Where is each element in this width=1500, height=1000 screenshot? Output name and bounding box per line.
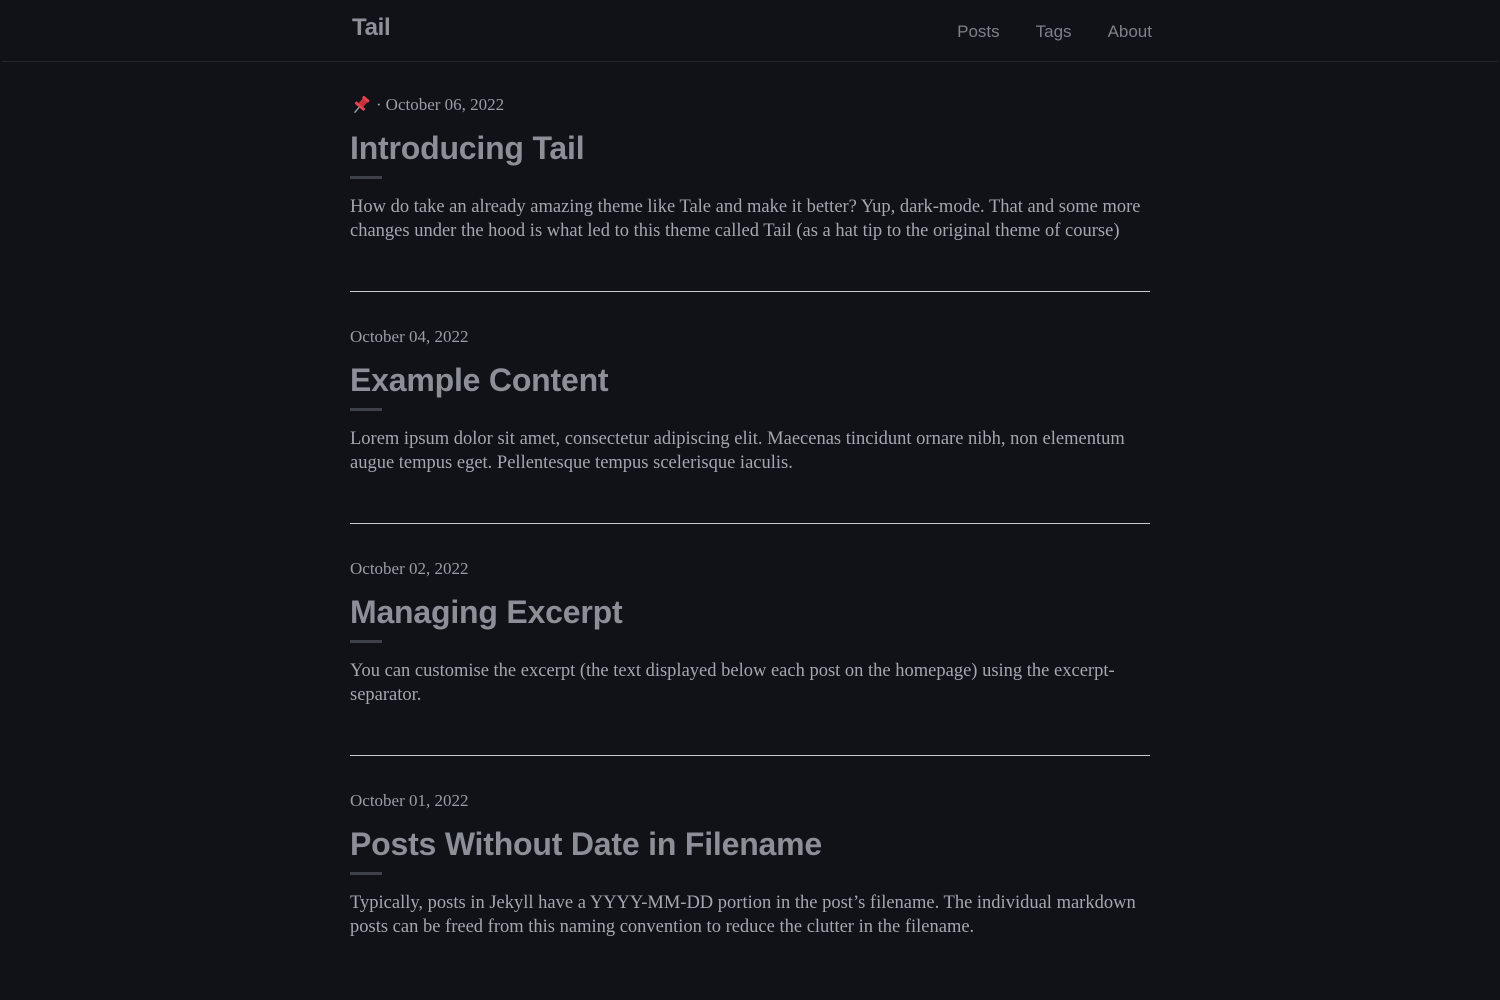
post-date: October 06, 2022 bbox=[385, 95, 505, 114]
post-item: October 04, 2022 Example Content Lorem i… bbox=[350, 292, 1150, 475]
title-underline bbox=[350, 176, 382, 179]
title-underline bbox=[350, 640, 382, 643]
header-inner: Tail Posts Tags About bbox=[350, 0, 1152, 62]
post-item: October 02, 2022 Managing Excerpt You ca… bbox=[350, 524, 1150, 707]
post-excerpt: How do take an already amazing theme lik… bbox=[350, 197, 1141, 241]
post-title-link[interactable]: Managing Excerpt bbox=[350, 594, 1150, 630]
nav-posts-link[interactable]: Posts bbox=[957, 22, 1000, 42]
post-meta: October 02, 2022 bbox=[350, 558, 1150, 580]
pushpin-icon bbox=[350, 95, 372, 115]
post-meta: · October 06, 2022 bbox=[350, 94, 1150, 116]
title-underline bbox=[350, 408, 382, 411]
site-title-link[interactable]: Tail bbox=[352, 14, 391, 42]
post-meta: October 01, 2022 bbox=[350, 790, 1150, 812]
post-title-link[interactable]: Introducing Tail bbox=[350, 130, 1150, 166]
post-excerpt: Lorem ipsum dolor sit amet, consectetur … bbox=[350, 429, 1125, 473]
post-title-link[interactable]: Example Content bbox=[350, 362, 1150, 398]
main-nav: Posts Tags About bbox=[957, 22, 1152, 42]
nav-tags-link[interactable]: Tags bbox=[1036, 22, 1072, 42]
post-date: October 04, 2022 bbox=[350, 327, 469, 346]
post-date: October 02, 2022 bbox=[350, 559, 469, 578]
post-list: · October 06, 2022 Introducing Tail How … bbox=[350, 62, 1150, 939]
post-title-link[interactable]: Posts Without Date in Filename bbox=[350, 826, 1150, 862]
meta-separator: · bbox=[376, 95, 382, 114]
post-excerpt: Typically, posts in Jekyll have a YYYY-M… bbox=[350, 893, 1136, 937]
post-item: October 01, 2022 Posts Without Date in F… bbox=[350, 756, 1150, 939]
site-header: Tail Posts Tags About bbox=[2, 0, 1498, 62]
post-excerpt: You can customise the excerpt (the text … bbox=[350, 661, 1115, 705]
post-date: October 01, 2022 bbox=[350, 791, 469, 810]
nav-about-link[interactable]: About bbox=[1108, 22, 1152, 42]
title-underline bbox=[350, 872, 382, 875]
post-item: · October 06, 2022 Introducing Tail How … bbox=[350, 62, 1150, 243]
post-meta: October 04, 2022 bbox=[350, 326, 1150, 348]
